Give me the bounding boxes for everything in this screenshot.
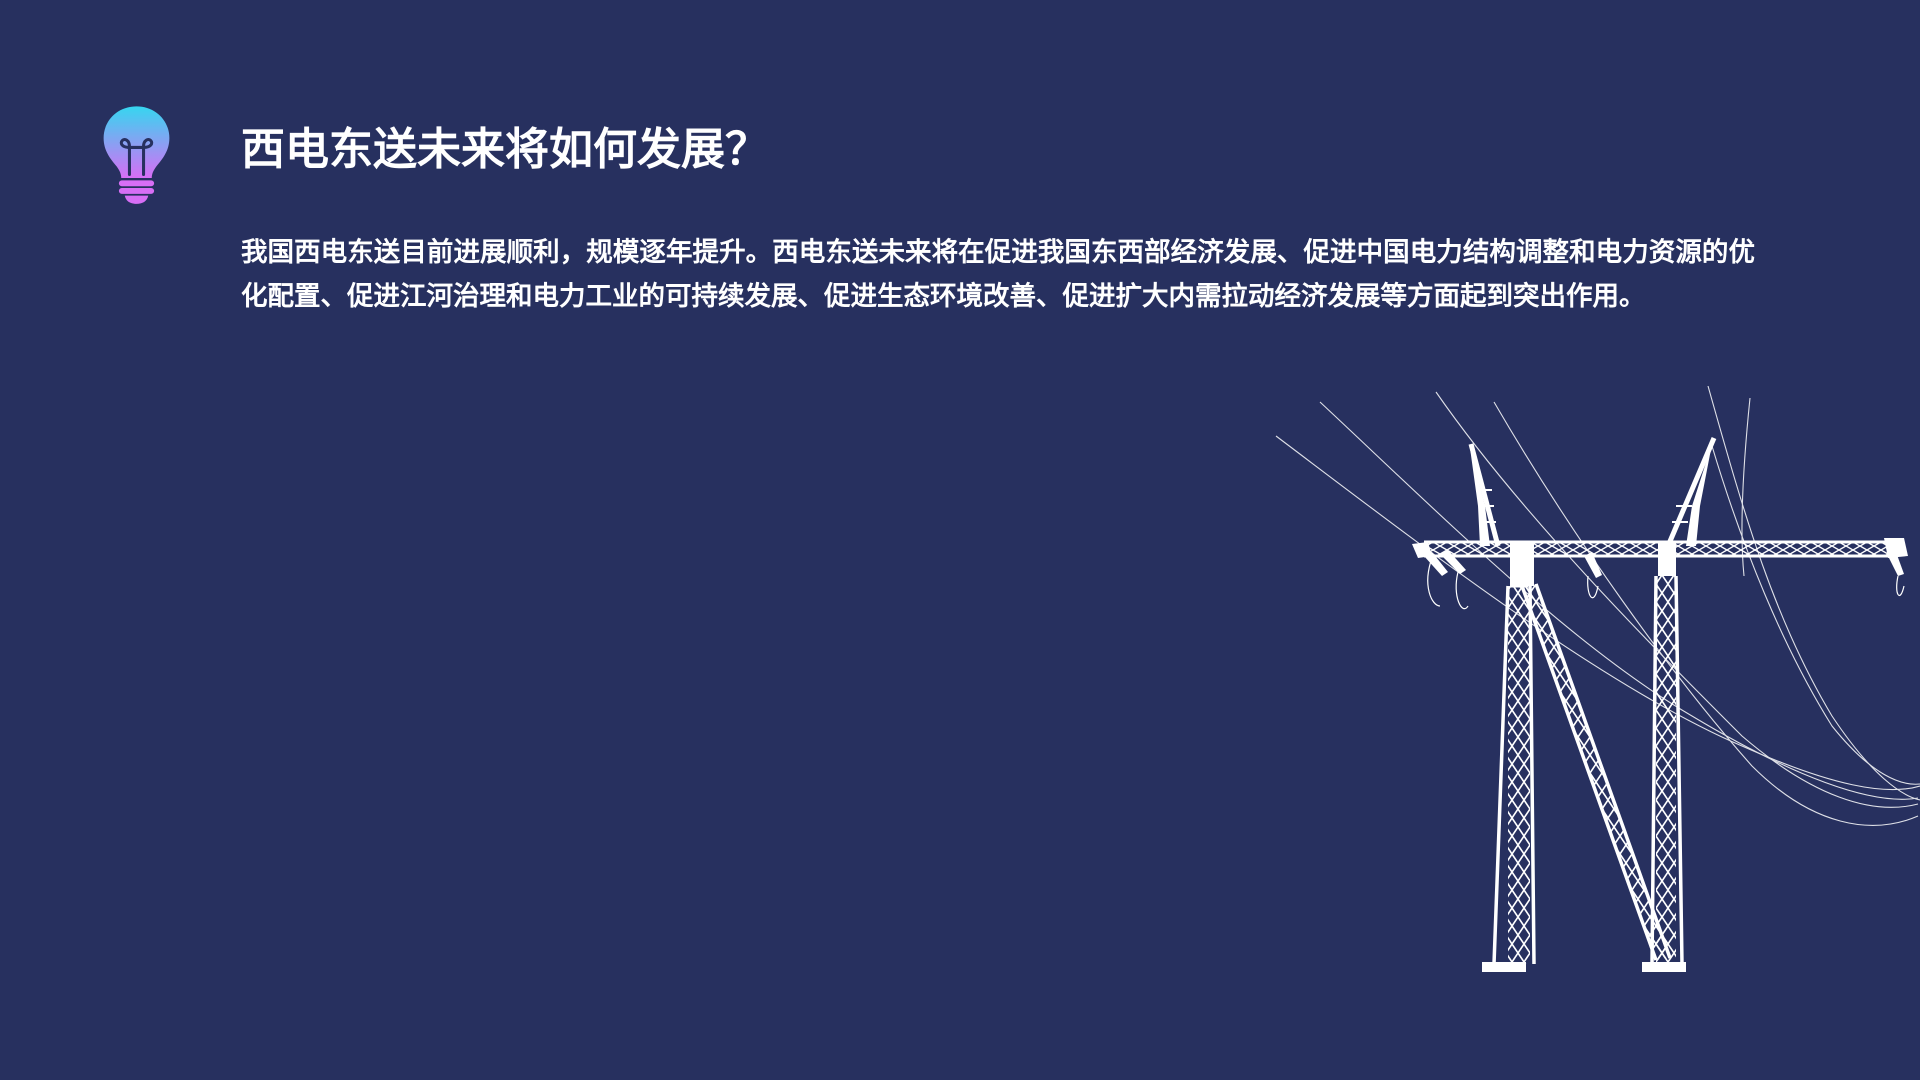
lightbulb-icon xyxy=(103,106,170,204)
transmission-tower-illustration xyxy=(1275,386,1920,972)
slide: 西电东送未来将如何发展？ 我国西电东送目前进展顺利，规模逐年提升。西电东送未来将… xyxy=(0,0,1920,1080)
slide-title: 西电东送未来将如何发展？ xyxy=(241,124,769,175)
body-paragraph: 我国西电东送目前进展顺利，规模逐年提升。西电东送未来将在促进我国东西部经济发展、… xyxy=(241,237,1755,312)
